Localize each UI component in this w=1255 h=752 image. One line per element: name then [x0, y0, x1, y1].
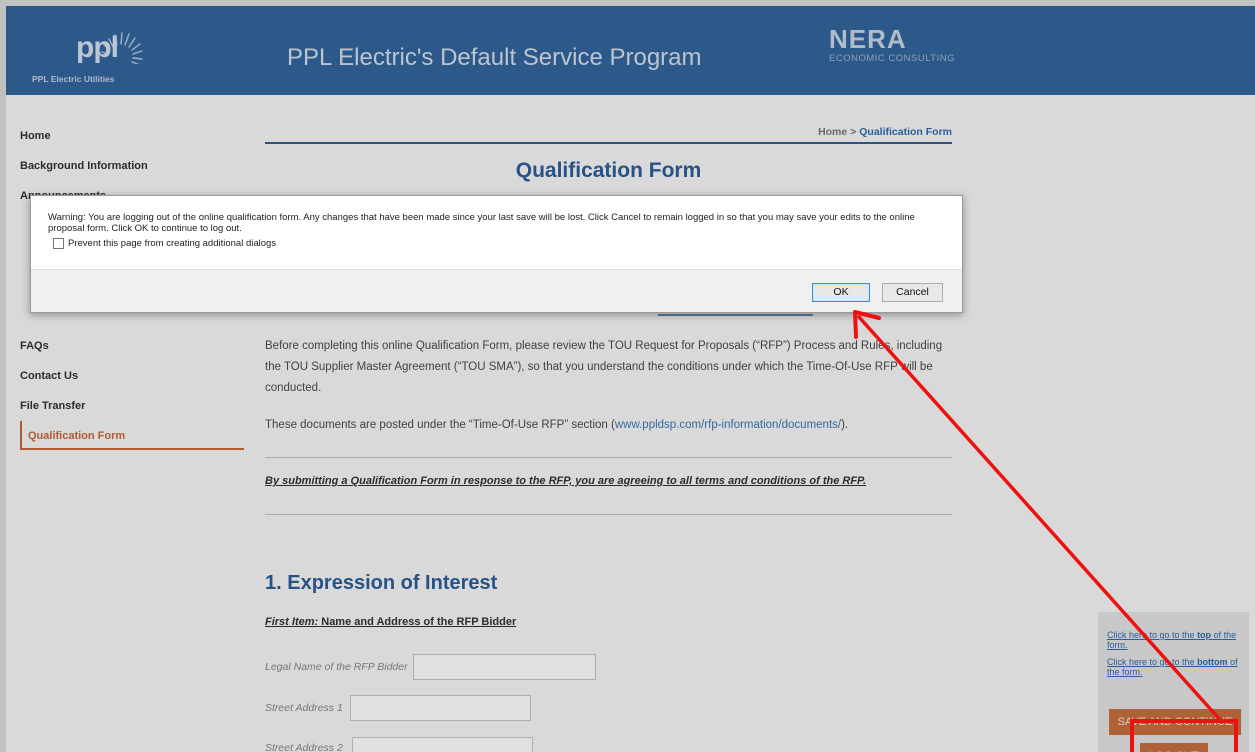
annotation-arrow-icon — [853, 310, 1224, 724]
